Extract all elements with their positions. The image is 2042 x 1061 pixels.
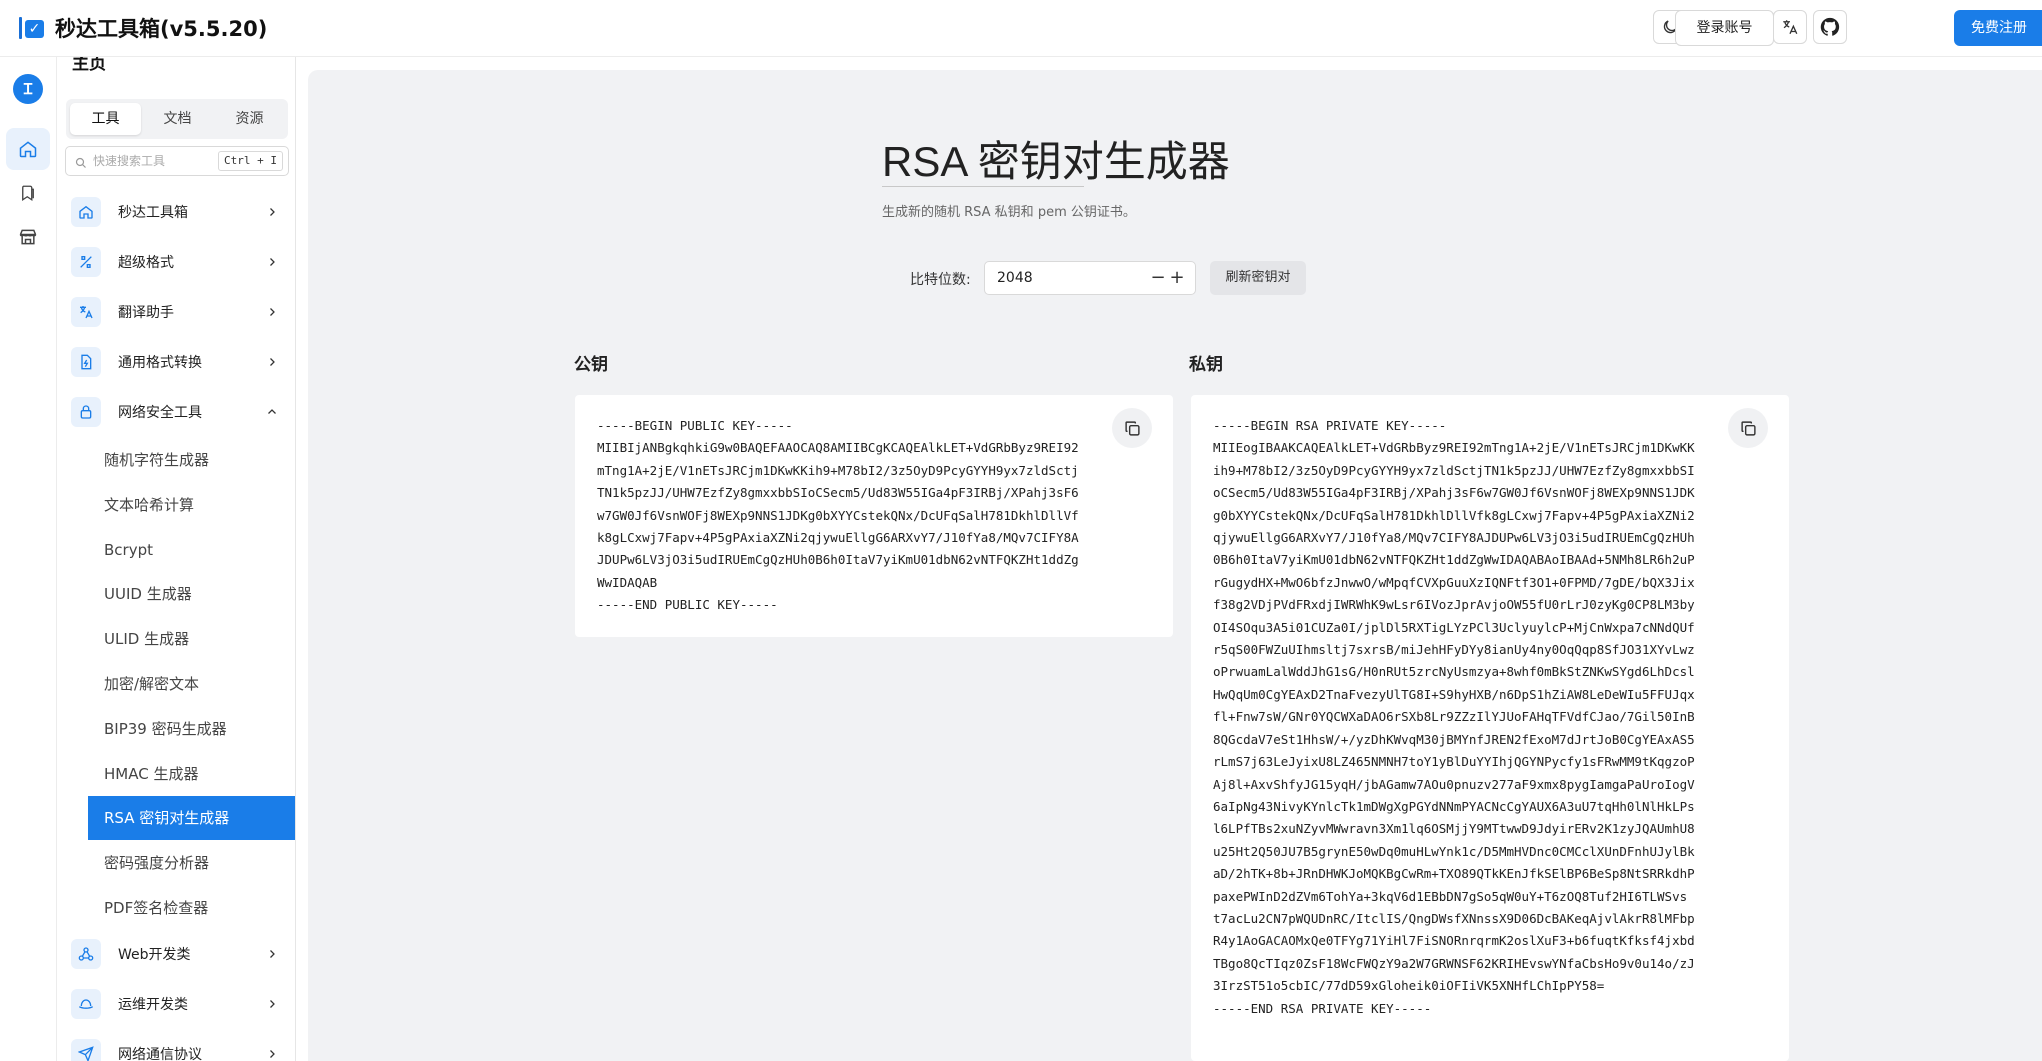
sidebar-item-rsa[interactable]: RSA 密钥对生成器 xyxy=(88,796,295,840)
tab-tools[interactable]: 工具 xyxy=(70,103,141,135)
chevron-up-icon xyxy=(268,409,276,414)
format-icon xyxy=(71,247,101,277)
sidebar-item-uuid[interactable]: UUID 生成器 xyxy=(88,572,295,616)
title-divider xyxy=(882,186,1084,187)
sidebar-tabs: 工具 文档 资源 xyxy=(66,99,288,139)
sidebar-group-web-dev[interactable]: Web开发类 xyxy=(66,933,288,977)
public-key-card: -----BEGIN PUBLIC KEY----- MIIBIjANBgkqh… xyxy=(575,395,1173,637)
copy-public-key-button[interactable] xyxy=(1112,408,1152,448)
chevron-right-icon xyxy=(270,950,275,958)
sidebar-group-label: Web开发类 xyxy=(118,947,191,963)
sidebar-group-label: 超级格式 xyxy=(118,255,174,271)
sidebar-item-bcrypt[interactable]: Bcrypt xyxy=(88,528,295,572)
sidebar-group-translate[interactable]: 翻译助手 xyxy=(66,291,288,335)
user-avatar[interactable]: Ɪ xyxy=(13,74,43,104)
translate-icon xyxy=(71,297,101,327)
search-placeholder: 快速搜索工具 xyxy=(93,154,166,168)
login-button[interactable]: 登录账号 xyxy=(1675,10,1774,46)
search-icon xyxy=(75,154,87,173)
webhook-icon xyxy=(71,939,101,969)
private-key-text[interactable]: -----BEGIN RSA PRIVATE KEY----- MIIEogIB… xyxy=(1213,415,1695,1020)
github-button[interactable] xyxy=(1813,10,1847,44)
search-shortcut: Ctrl + I xyxy=(218,151,283,171)
sidebar-item-encrypt-decrypt[interactable]: 加密/解密文本 xyxy=(88,662,295,706)
translate-icon xyxy=(1783,20,1798,35)
register-button[interactable]: 免费注册 xyxy=(1954,10,2042,46)
send-icon xyxy=(71,1039,101,1061)
sidebar-group-label: 网络安全工具 xyxy=(118,405,202,421)
private-key-label: 私钥 xyxy=(1189,355,1223,375)
sidebar-group-devops[interactable]: 运维开发类 xyxy=(66,983,288,1027)
translate-button[interactable] xyxy=(1773,10,1807,44)
lock-icon xyxy=(71,397,101,427)
hat-icon xyxy=(71,989,101,1019)
rail-bookmarks[interactable] xyxy=(6,172,50,214)
bits-value: 2048 xyxy=(997,270,1033,286)
chevron-right-icon xyxy=(270,208,275,216)
sidebar-group-format-convert[interactable]: 通用格式转换 xyxy=(66,341,288,385)
github-icon xyxy=(1820,17,1840,36)
tool-search-input[interactable]: 快速搜索工具 Ctrl + I xyxy=(65,146,289,176)
sidebar-heading: 主页 xyxy=(72,57,106,74)
sidebar-group-miaoda[interactable]: 秒达工具箱 xyxy=(66,191,288,235)
sidebar-group-label: 秒达工具箱 xyxy=(118,205,188,221)
icon-rail: Ɪ xyxy=(0,57,57,1061)
copy-icon xyxy=(1124,420,1140,436)
rail-home[interactable] xyxy=(6,128,50,170)
sidebar: 主页 工具 文档 资源 快速搜索工具 Ctrl + I 秒达工具箱 超级格式 翻… xyxy=(57,57,296,1061)
top-header: ✓ 秒达工具箱(v5.5.20) 登录账号 免费注册 xyxy=(0,0,2042,57)
page-title: RSA 密钥对生成器 xyxy=(882,138,1230,185)
app-title[interactable]: 秒达工具箱(v5.5.20) xyxy=(55,14,267,44)
file-convert-icon xyxy=(71,347,101,377)
sidebar-item-random-string[interactable]: 随机字符生成器 xyxy=(88,438,295,482)
rail-store[interactable] xyxy=(6,216,50,258)
sidebar-item-text-hash[interactable]: 文本哈希计算 xyxy=(88,483,295,527)
copy-icon xyxy=(1740,420,1756,436)
chevron-right-icon xyxy=(270,358,275,366)
sidebar-group-label: 通用格式转换 xyxy=(118,355,202,371)
sidebar-group-super-format[interactable]: 超级格式 xyxy=(66,241,288,285)
bits-input[interactable]: 2048 − + xyxy=(984,261,1196,295)
bookmark-icon xyxy=(22,185,34,202)
decrement-button[interactable]: − xyxy=(1149,262,1167,294)
home-icon xyxy=(71,197,101,227)
sidebar-group-label: 运维开发类 xyxy=(118,997,188,1013)
public-key-text[interactable]: -----BEGIN PUBLIC KEY----- MIIBIjANBgkqh… xyxy=(597,415,1079,617)
logo-bar xyxy=(19,17,22,39)
sidebar-item-password-strength[interactable]: 密码强度分析器 xyxy=(88,841,295,885)
copy-private-key-button[interactable] xyxy=(1728,408,1768,448)
app-logo[interactable]: ✓ xyxy=(19,16,45,40)
sidebar-item-pdf-signature[interactable]: PDF签名检查器 xyxy=(88,886,295,930)
tab-resources[interactable]: 资源 xyxy=(214,103,285,135)
increment-button[interactable]: + xyxy=(1168,262,1186,294)
refresh-keypair-button[interactable]: 刷新密钥对 xyxy=(1210,261,1306,295)
chevron-right-icon xyxy=(270,308,275,316)
page-description: 生成新的随机 RSA 私钥和 pem 公钥证书。 xyxy=(882,205,1136,220)
chevron-right-icon xyxy=(270,258,275,266)
chevron-right-icon xyxy=(270,1050,275,1058)
bits-label: 比特位数: xyxy=(910,272,971,288)
chevron-right-icon xyxy=(270,1000,275,1008)
public-key-label: 公钥 xyxy=(574,355,608,375)
private-key-card: -----BEGIN RSA PRIVATE KEY----- MIIEogIB… xyxy=(1191,395,1789,1061)
main-content: RSA 密钥对生成器 生成新的随机 RSA 私钥和 pem 公钥证书。 比特位数… xyxy=(308,70,2042,1061)
tab-docs[interactable]: 文档 xyxy=(142,103,213,135)
sidebar-group-network-protocol[interactable]: 网络通信协议 xyxy=(66,1033,288,1061)
home-icon xyxy=(19,141,37,158)
logo-check-icon: ✓ xyxy=(25,20,44,38)
sidebar-group-label: 翻译助手 xyxy=(118,305,174,321)
sidebar-item-bip39[interactable]: BIP39 密码生成器 xyxy=(88,707,295,751)
store-icon xyxy=(19,229,37,245)
sidebar-group-security[interactable]: 网络安全工具 xyxy=(66,391,288,435)
sidebar-item-hmac[interactable]: HMAC 生成器 xyxy=(88,752,295,796)
sidebar-group-label: 网络通信协议 xyxy=(118,1047,202,1061)
sidebar-item-ulid[interactable]: ULID 生成器 xyxy=(88,617,295,661)
